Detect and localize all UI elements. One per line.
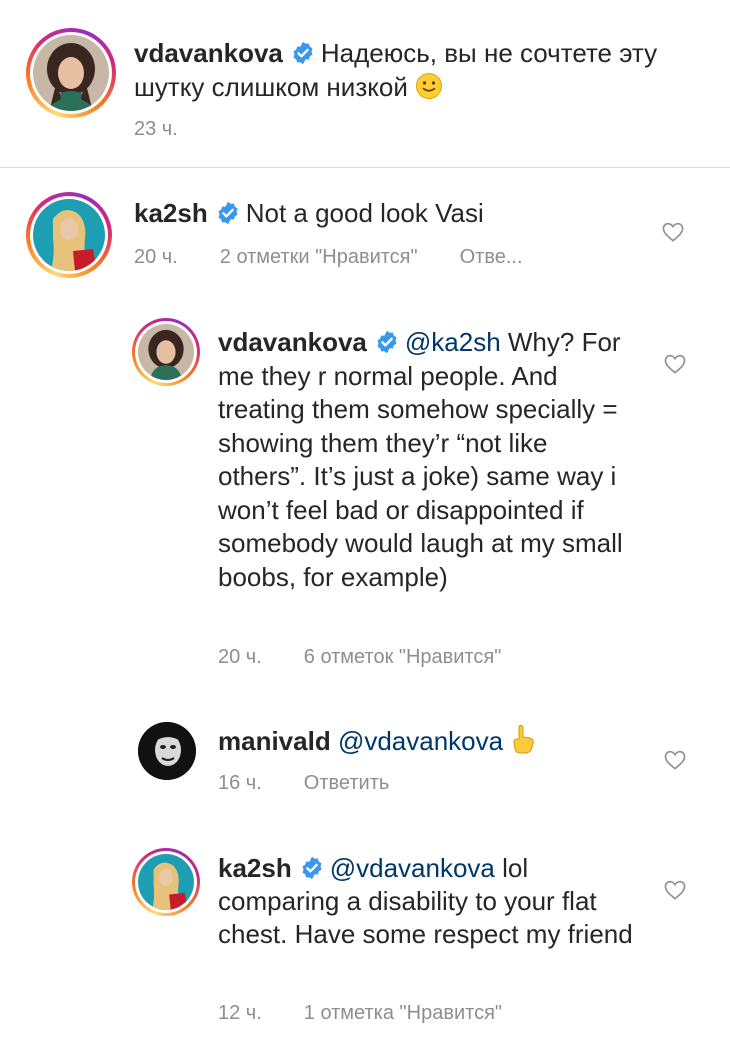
avatar[interactable] (33, 199, 105, 271)
comment-meta: 12 ч. 1 отметка "Нравится" (218, 1002, 544, 1025)
comment-text: Not a good look Vasi (245, 198, 484, 228)
comment-text: Why? For me they r normal people. And tr… (218, 327, 623, 592)
comment-reply-item: vdavankova @ka2sh Why? For me they r norm… (0, 300, 730, 690)
comment-reply-item: manivald @vdavankova 16 ч. Ответить (0, 700, 730, 820)
comment-meta: 20 ч. 6 отметок "Нравится" (218, 646, 543, 669)
like-heart-icon[interactable] (664, 750, 686, 770)
avatar[interactable] (33, 35, 109, 111)
like-heart-icon[interactable] (664, 354, 686, 374)
mention-link[interactable]: @ka2sh (405, 327, 501, 357)
verified-badge-icon (291, 41, 315, 65)
likes-count-link[interactable]: 2 отметки "Нравится" (220, 246, 418, 269)
timestamp: 20 ч. (134, 246, 178, 268)
timestamp: 16 ч. (218, 772, 262, 794)
comment-body: ka2sh Not a good look Vasi (134, 196, 634, 230)
timestamp: 12 ч. (218, 1002, 262, 1024)
comment-username[interactable]: vdavankova (218, 327, 367, 357)
like-heart-icon[interactable] (664, 880, 686, 900)
slightly-smiling-face-icon (415, 72, 443, 108)
comment-meta: 16 ч. Ответить (218, 772, 431, 795)
verified-badge-icon (375, 330, 399, 354)
timestamp: 20 ч. (218, 646, 262, 668)
avatar[interactable] (138, 722, 196, 780)
comment-body: vdavankova @ka2sh Why? For me they r norm… (218, 326, 638, 594)
mention-link[interactable]: @vdavankova (338, 726, 503, 756)
caption-username[interactable]: vdavankova (134, 38, 283, 68)
comment-body: ka2sh @vdavankova lol comparing a disabil… (218, 852, 638, 951)
reply-link[interactable]: Ответить (304, 772, 390, 795)
comment-username[interactable]: ka2sh (134, 198, 208, 228)
avatar-story-ring[interactable] (132, 848, 200, 916)
avatar-story-ring[interactable] (132, 318, 200, 386)
comment-item: ka2sh Not a good look Vasi 20 ч. 2 отметки… (0, 168, 730, 288)
avatar[interactable] (138, 854, 194, 910)
avatar-story-ring[interactable] (26, 28, 116, 118)
caption-meta: 23 ч. (134, 118, 220, 141)
pointing-up-hand-icon (510, 724, 536, 762)
comment-username[interactable]: ka2sh (218, 853, 292, 883)
verified-badge-icon (300, 856, 324, 880)
comment-meta: 20 ч. 2 отметки "Нравится" Отве... (134, 246, 523, 269)
avatar-story-ring[interactable] (26, 192, 112, 278)
likes-count-link[interactable]: 1 отметка "Нравится" (304, 1002, 502, 1025)
comment-username[interactable]: manivald (218, 726, 331, 756)
caption-body: vdavankova Надеюсь, вы не сочтете эту шут… (134, 36, 694, 108)
post-caption: vdavankova Надеюсь, вы не сочтете эту шут… (0, 0, 730, 168)
timestamp: 23 ч. (134, 118, 178, 140)
avatar[interactable] (138, 324, 194, 380)
verified-badge-icon (216, 201, 240, 225)
mention-link[interactable]: @vdavankova (330, 853, 495, 883)
comment-reply-item: ka2sh @vdavankova lol comparing a disabil… (0, 830, 730, 1053)
like-heart-icon[interactable] (662, 222, 684, 242)
likes-count-link[interactable]: 6 отметок "Нравится" (304, 646, 502, 669)
comment-body: manivald @vdavankova (218, 724, 638, 762)
reply-link[interactable]: Отве... (460, 246, 523, 269)
